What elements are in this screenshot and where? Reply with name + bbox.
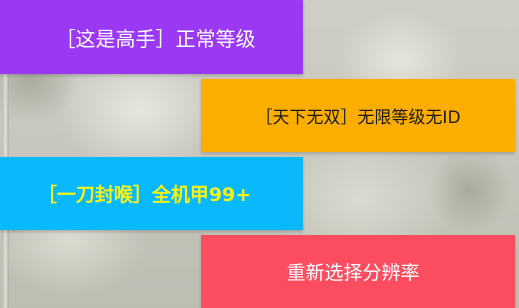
reselect-resolution-label: 重新选择分辨率	[286, 262, 420, 284]
one-hit-mode-button[interactable]: ［一刀封喉］全机甲99+	[0, 157, 303, 230]
pro-mode-button[interactable]: ［这是高手］正常等级	[0, 0, 303, 74]
unrivaled-mode-button[interactable]: ［天下无双］无限等级无ID	[201, 79, 515, 152]
reselect-resolution-button[interactable]: 重新选择分辨率	[201, 235, 515, 308]
one-hit-mode-label: ［一刀封喉］全机甲99+	[37, 184, 252, 206]
pro-mode-label: ［这是高手］正常等级	[55, 26, 256, 51]
unrivaled-mode-label: ［天下无双］无限等级无ID	[255, 108, 461, 128]
